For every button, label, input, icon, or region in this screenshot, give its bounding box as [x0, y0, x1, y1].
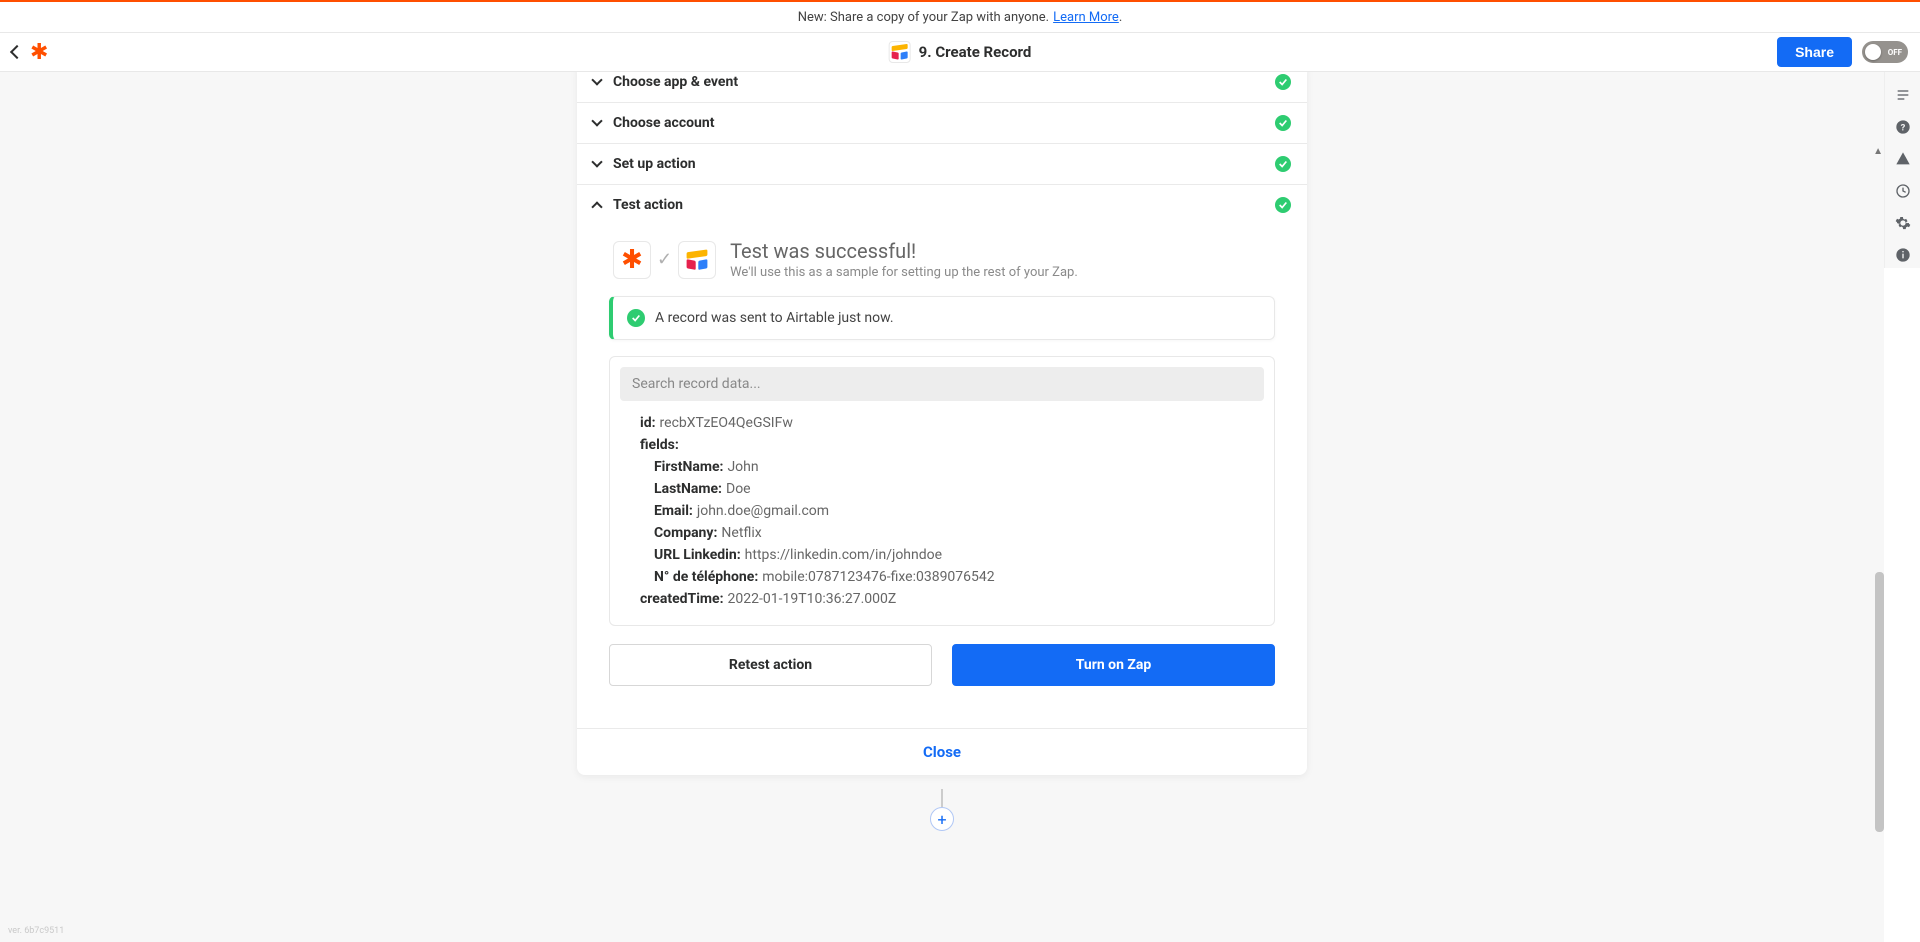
- success-check-icon: [1275, 115, 1291, 131]
- field-val: mobile:0787123476-fixe:0389076542: [762, 569, 994, 585]
- step-connector: +: [577, 789, 1307, 831]
- test-success-heading: Test was successful!: [730, 239, 1078, 263]
- connector-line: [941, 789, 943, 807]
- outline-icon[interactable]: [1890, 82, 1916, 108]
- chevron-down-icon: [591, 156, 602, 167]
- section-choose-app[interactable]: Choose app & event: [577, 72, 1307, 103]
- success-banner: A record was sent to Airtable just now.: [609, 296, 1275, 340]
- field-val: 2022-01-19T10:36:27.000Z: [728, 591, 897, 607]
- turn-on-zap-button[interactable]: Turn on Zap: [952, 644, 1275, 686]
- record-data-list: id:recbXTzEO4QeGSIFw fields: FirstName:J…: [620, 413, 1264, 615]
- banner-learn-more-link[interactable]: Learn More: [1053, 10, 1119, 25]
- field-val: John: [727, 459, 758, 475]
- history-icon[interactable]: [1890, 178, 1916, 204]
- field-val: https://linkedin.com/in/johndoe: [745, 547, 942, 563]
- field-val: Doe: [726, 481, 751, 497]
- section-setup-action[interactable]: Set up action: [577, 144, 1307, 185]
- toggle-label: OFF: [1888, 48, 1902, 57]
- section-title: Choose app & event: [613, 74, 1263, 90]
- promo-banner: New: Share a copy of your Zap with anyon…: [0, 0, 1920, 33]
- success-banner-text: A record was sent to Airtable just now.: [655, 310, 894, 326]
- field-key: createdTime:: [640, 591, 724, 607]
- page-title-text: 9. Create Record: [919, 43, 1032, 61]
- action-buttons-row: Retest action Turn on Zap: [593, 626, 1291, 690]
- close-button[interactable]: Close: [577, 728, 1307, 775]
- info-icon[interactable]: [1890, 242, 1916, 268]
- record-data-box: Search record data... id:recbXTzEO4QeGSI…: [609, 356, 1275, 626]
- section-test-action[interactable]: Test action: [577, 185, 1307, 225]
- success-check-icon: [627, 309, 645, 327]
- airtable-icon: [678, 241, 716, 279]
- version-label: ver. 6b7c9511: [8, 926, 64, 936]
- topbar: ✱ 9. Create Record Share OFF: [0, 33, 1920, 72]
- airtable-icon: [889, 41, 911, 63]
- field-key: id:: [640, 415, 656, 431]
- back-button[interactable]: ✱: [12, 40, 48, 65]
- step-card: Choose app & event Choose account Set up…: [577, 72, 1307, 775]
- section-title: Set up action: [613, 156, 1263, 172]
- chevron-left-icon: [10, 45, 24, 59]
- zapier-logo-icon: ✱: [30, 40, 48, 65]
- banner-text: New: Share a copy of your Zap with anyon…: [798, 10, 1049, 25]
- chevron-down-icon: [591, 74, 602, 85]
- field-val: Netflix: [721, 525, 761, 541]
- field-val: recbXTzEO4QeGSIFw: [660, 415, 793, 431]
- section-choose-account[interactable]: Choose account: [577, 103, 1307, 144]
- toggle-knob: [1865, 44, 1881, 60]
- field-key: LastName:: [654, 481, 722, 497]
- scrollbar-thumb[interactable]: [1875, 572, 1884, 832]
- test-action-body: ✱ ✓ Test was successful! We'll use this …: [577, 225, 1307, 710]
- success-check-icon: [1275, 197, 1291, 213]
- help-icon[interactable]: ?: [1890, 114, 1916, 140]
- test-success-subheading: We'll use this as a sample for setting u…: [730, 265, 1078, 280]
- chevron-down-icon: [591, 115, 602, 126]
- field-key: N° de téléphone:: [654, 569, 758, 585]
- svg-text:?: ?: [1900, 122, 1905, 133]
- success-check-icon: [1275, 156, 1291, 172]
- arrow-check-icon: ✓: [657, 249, 672, 270]
- scroll-up-icon[interactable]: ▲: [1873, 146, 1883, 157]
- field-key: Email:: [654, 503, 693, 519]
- chevron-up-icon: [591, 201, 602, 212]
- zapier-icon: ✱: [613, 241, 651, 279]
- field-val: john.doe@gmail.com: [697, 503, 829, 519]
- retest-action-button[interactable]: Retest action: [609, 644, 932, 686]
- search-record-input[interactable]: Search record data...: [620, 367, 1264, 401]
- zap-enable-toggle[interactable]: OFF: [1862, 41, 1908, 63]
- test-header: ✱ ✓ Test was successful! We'll use this …: [593, 225, 1291, 296]
- share-button[interactable]: Share: [1777, 37, 1852, 67]
- field-key: FirstName:: [654, 459, 723, 475]
- workspace-canvas: Choose app & event Choose account Set up…: [0, 72, 1884, 942]
- success-check-icon: [1275, 74, 1291, 90]
- field-key: Company:: [654, 525, 717, 541]
- field-key: fields:: [640, 437, 679, 453]
- field-key: URL Linkedin:: [654, 547, 741, 563]
- page-title: 9. Create Record: [889, 41, 1032, 63]
- warning-icon[interactable]: [1890, 146, 1916, 172]
- section-title: Test action: [613, 197, 1263, 213]
- right-sidebar: ?: [1884, 72, 1920, 268]
- add-step-button[interactable]: +: [930, 807, 954, 831]
- section-title: Choose account: [613, 115, 1263, 131]
- gear-icon[interactable]: [1890, 210, 1916, 236]
